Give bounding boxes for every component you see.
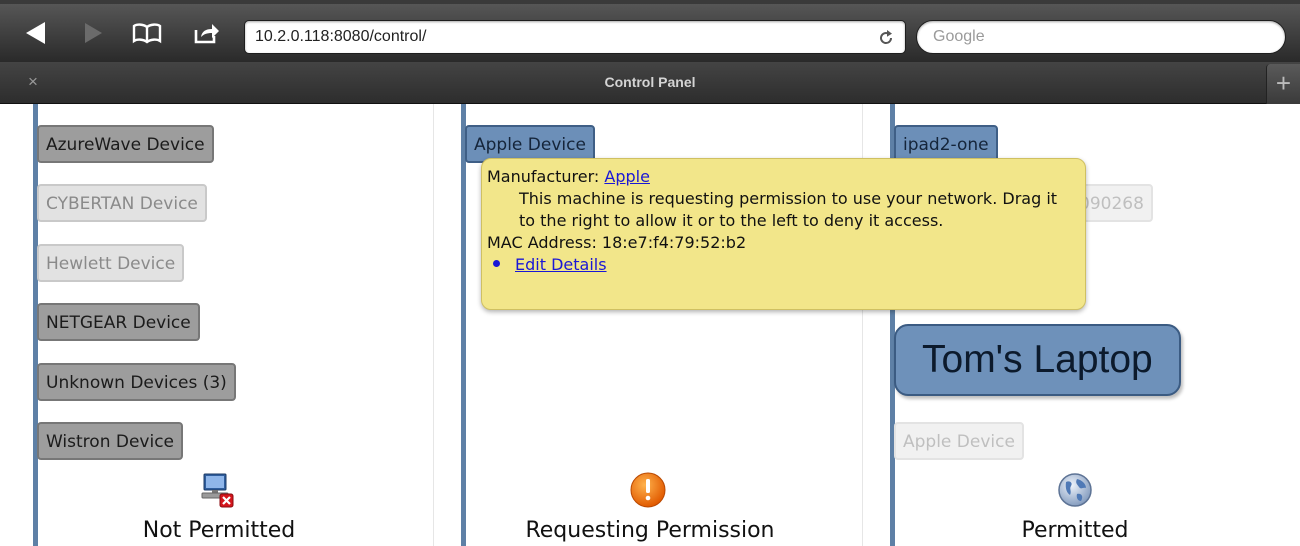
mac-address: MAC Address: 18:e7:f4:79:52:b2: [487, 233, 747, 252]
manufacturer-label: Manufacturer:: [487, 167, 600, 186]
device-toms-laptop[interactable]: Tom's Laptop: [894, 324, 1181, 396]
column-divider: [433, 104, 434, 546]
bookmarks-button[interactable]: [130, 18, 164, 48]
tab-bar: × Control Panel +: [0, 62, 1300, 104]
computer-denied-icon: [201, 473, 234, 508]
edit-details-item: Edit Details: [487, 254, 1085, 276]
device-info-tooltip: Manufacturer: Apple This machine is requ…: [481, 158, 1086, 310]
device-azurewave[interactable]: AzureWave Device: [37, 125, 214, 163]
search-input[interactable]: Google: [916, 20, 1286, 54]
globe-icon: [1058, 473, 1092, 507]
forward-arrow-icon: [85, 23, 102, 43]
reload-icon[interactable]: [877, 29, 895, 47]
new-tab-button[interactable]: +: [1266, 64, 1300, 104]
device-unknown[interactable]: Unknown Devices (3): [37, 363, 236, 401]
permission-message: This machine is requesting permission to…: [519, 189, 1058, 230]
requesting-permission-label: Requesting Permission: [525, 518, 775, 543]
edit-details-link[interactable]: Edit Details: [515, 255, 607, 274]
back-button[interactable]: [18, 18, 54, 48]
back-arrow-icon: [26, 22, 45, 44]
not-permitted-label: Not Permitted: [142, 518, 296, 543]
share-button[interactable]: [190, 18, 224, 48]
manufacturer-link[interactable]: Apple: [604, 167, 650, 186]
browser-toolbar: 10.2.0.118:8080/control/ Google: [0, 0, 1300, 62]
requesting-column-bar: [461, 104, 466, 546]
bullet-icon: [493, 260, 500, 267]
share-icon: [194, 24, 219, 44]
warning-icon: [630, 472, 666, 508]
device-wistron[interactable]: Wistron Device: [37, 422, 184, 460]
tab-title[interactable]: Control Panel: [0, 74, 1300, 90]
bookmarks-book-icon: [132, 23, 162, 44]
forward-button[interactable]: [78, 18, 108, 48]
address-text: 10.2.0.118:8080/control/: [255, 28, 427, 45]
manufacturer-row: Manufacturer: Apple: [487, 166, 1085, 188]
device-apple-permitted[interactable]: Apple Device: [894, 422, 1024, 460]
device-netgear[interactable]: NETGEAR Device: [37, 303, 200, 341]
address-bar[interactable]: 10.2.0.118:8080/control/: [244, 20, 906, 54]
device-cybertan[interactable]: CYBERTAN Device: [37, 184, 207, 222]
permitted-label: Permitted: [1021, 518, 1129, 543]
device-hewlett[interactable]: Hewlett Device: [37, 244, 185, 282]
